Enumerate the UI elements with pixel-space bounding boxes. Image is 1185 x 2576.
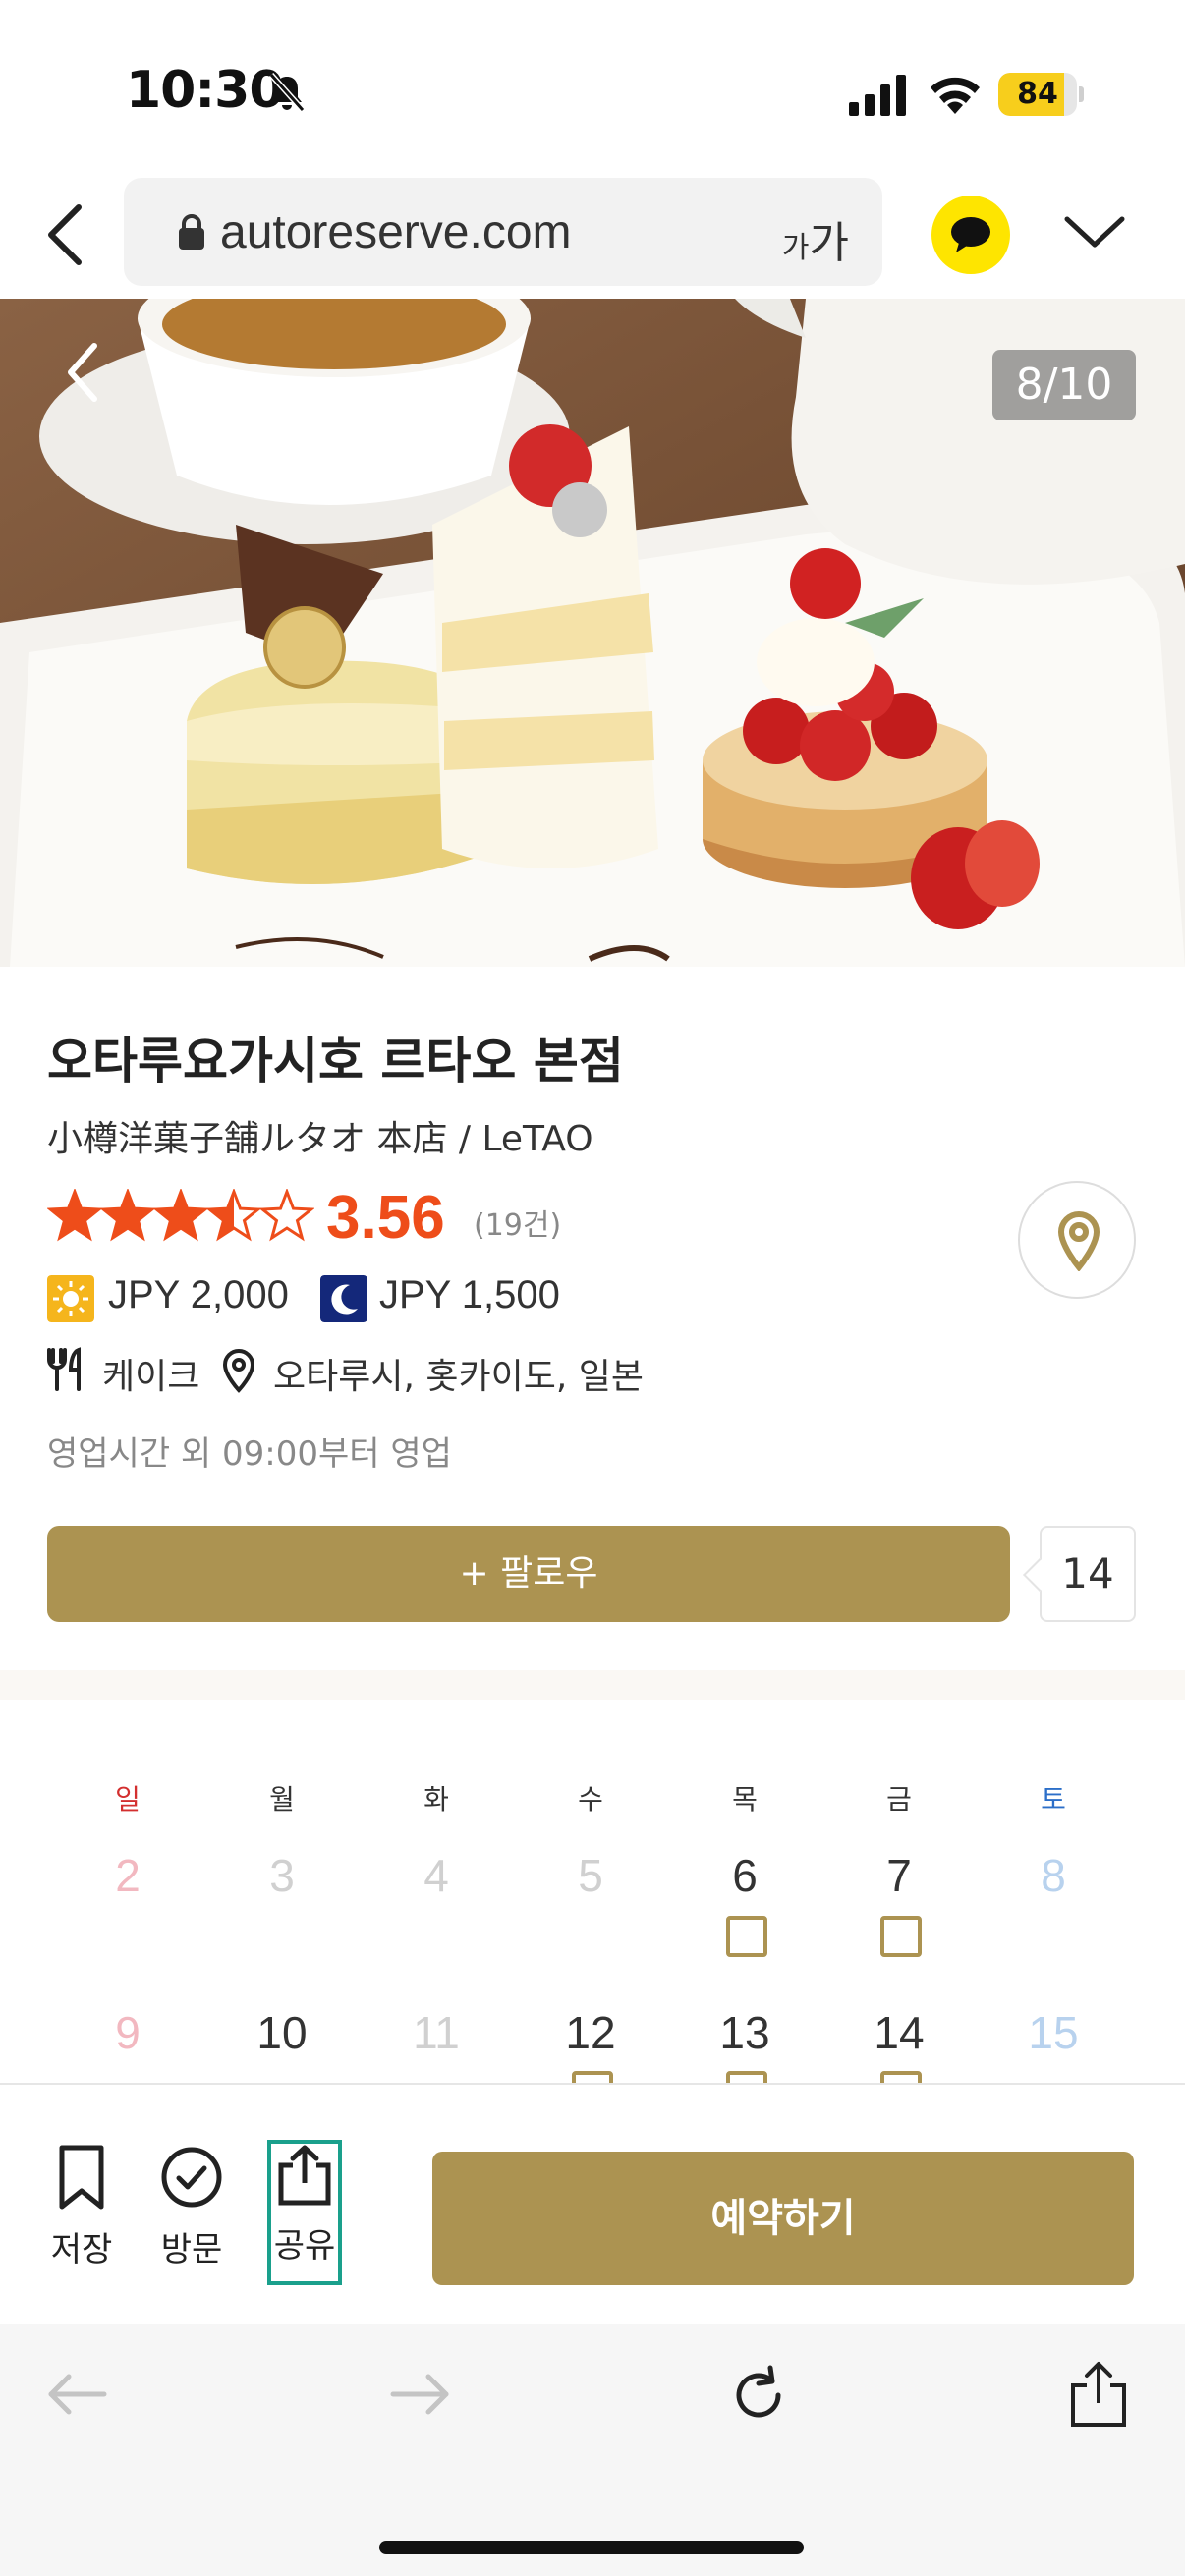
- star-outline: [99, 1189, 156, 1242]
- check-circle-icon: [161, 2147, 222, 2208]
- availability-checkbox[interactable]: [880, 1916, 922, 1957]
- visit-label: 방문: [160, 2230, 223, 2269]
- section-divider: [0, 1670, 1185, 1700]
- availability-checkbox[interactable]: [726, 1916, 767, 1957]
- battery-percent: 84: [1017, 77, 1058, 111]
- bottom-action-bar: 저장 방문 공유 예약하기: [0, 2083, 1185, 2326]
- star-rating-icon: [47, 1189, 314, 1242]
- dinner-price: JPY 1,500: [379, 1273, 560, 1316]
- back-chevron-icon[interactable]: [39, 199, 98, 270]
- wifi-icon: [931, 77, 980, 114]
- share-icon: [278, 2145, 331, 2206]
- restaurant-name: 오타루요가시호 르타오 본점: [47, 1033, 624, 1090]
- bell-muted-icon: [268, 73, 306, 112]
- bookmark-icon: [59, 2145, 104, 2210]
- dinner-moon-icon: [320, 1275, 367, 1322]
- browser-address-row: autoreserve.com 가가: [0, 172, 1185, 300]
- weekday-sun: 일: [115, 1783, 141, 1816]
- share-button[interactable]: 공유: [267, 2140, 342, 2285]
- calendar-day: 11: [413, 2007, 460, 2058]
- save-label: 저장: [50, 2230, 113, 2269]
- availability-checkbox[interactable]: [880, 2071, 922, 2083]
- availability-checkbox[interactable]: [726, 2071, 767, 2083]
- location-text: 오타루시, 홋카이도, 일본: [273, 1357, 644, 1397]
- star-outline: [152, 1189, 209, 1242]
- calendar-day[interactable]: 6: [696, 1849, 794, 1902]
- restaurant-original-name: 小樽洋菓子舗ルタオ 本店 / LeTAO: [47, 1119, 593, 1159]
- location-pin-icon: [222, 1348, 255, 1393]
- calendar-day[interactable]: 7: [850, 1849, 948, 1902]
- weekday-sat: 토: [1041, 1783, 1066, 1816]
- text-size-small: 가: [781, 231, 810, 265]
- url-text: autoreserve.com: [220, 206, 572, 258]
- lock-icon: [179, 214, 204, 250]
- browser-forward-arrow-icon[interactable]: [389, 2370, 452, 2419]
- calendar-day: 4: [423, 1850, 449, 1901]
- calendar-day: 8: [1041, 1850, 1066, 1901]
- map-button[interactable]: [1018, 1181, 1136, 1299]
- business-hours-note: 영업시간 외 09:00부터 영업: [47, 1434, 452, 1474]
- browser-toolbar: [0, 2324, 1185, 2576]
- calendar-day: 3: [269, 1850, 295, 1901]
- gallery-back-icon[interactable]: [59, 338, 108, 407]
- kakao-button[interactable]: [931, 196, 1010, 274]
- map-pin-icon: [1057, 1210, 1100, 1271]
- rating-score: 3.56: [326, 1184, 445, 1252]
- lunch-price: JPY 2,000: [108, 1273, 289, 1316]
- visit-button[interactable]: 방문: [149, 2144, 234, 2291]
- weekday-fri: 금: [886, 1783, 912, 1816]
- address-bar[interactable]: autoreserve.com 가가: [124, 178, 882, 286]
- text-size-large: 가: [809, 218, 849, 268]
- browser-back-arrow-icon[interactable]: [45, 2370, 108, 2419]
- calendar-day[interactable]: 12: [541, 2006, 640, 2059]
- share-label: 공유: [273, 2226, 336, 2266]
- reserve-button[interactable]: 예약하기: [432, 2152, 1134, 2285]
- category-text: 케이크: [102, 1357, 200, 1397]
- calendar-day[interactable]: 14: [850, 2006, 948, 2059]
- restaurant-photo[interactable]: 8/10: [0, 299, 1185, 967]
- weekday-tue: 화: [423, 1783, 449, 1816]
- text-size-button[interactable]: 가가: [782, 207, 849, 270]
- availability-checkbox[interactable]: [572, 2071, 613, 2083]
- home-indicator: [379, 2541, 804, 2554]
- chat-bubble-icon: [951, 217, 990, 252]
- calendar-day: 5: [578, 1850, 603, 1901]
- save-button[interactable]: 저장: [39, 2144, 124, 2291]
- browser-share-icon[interactable]: [1067, 2360, 1130, 2429]
- lunch-sun-icon: [47, 1275, 94, 1322]
- fork-knife-icon: [47, 1347, 81, 1391]
- calendar-day[interactable]: 13: [696, 2006, 794, 2059]
- status-time: 10:30: [126, 61, 285, 120]
- weekday-thu: 목: [732, 1783, 758, 1816]
- calendar-day: 2: [115, 1850, 141, 1901]
- calendar-day: 9: [115, 2007, 141, 2058]
- status-bar: 10:30 84: [0, 0, 1185, 172]
- calendar-day[interactable]: 10: [233, 2006, 331, 2059]
- reservation-calendar: 일 월 화 수 목 금 토 2 3 4 5 6 7 8 9 10 11 12 1…: [0, 1759, 1185, 2083]
- weekday-mon: 월: [269, 1783, 295, 1816]
- battery-indicator: 84: [998, 73, 1084, 116]
- calendar-day: 15: [1028, 2007, 1079, 2058]
- cellular-signal-icon: [849, 75, 906, 116]
- star-outline: [258, 1189, 314, 1242]
- follower-count: 14: [1040, 1526, 1136, 1622]
- chevron-down-icon[interactable]: [1063, 211, 1126, 254]
- review-count[interactable]: (19건): [474, 1201, 561, 1244]
- follow-button[interactable]: + 팔로우: [47, 1526, 1010, 1622]
- weekday-wed: 수: [578, 1783, 603, 1816]
- star-outline: [47, 1189, 103, 1242]
- reload-icon[interactable]: [727, 2364, 790, 2427]
- photo-counter: 8/10: [992, 350, 1136, 420]
